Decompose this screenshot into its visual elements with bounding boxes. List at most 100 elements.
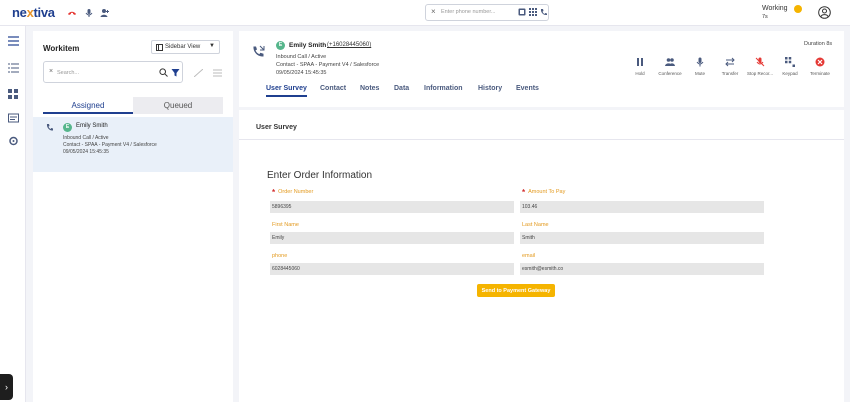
keypad-button[interactable]: Keypad — [775, 57, 805, 76]
amount-to-pay-label-text: Amount To Pay — [528, 189, 566, 195]
call-duration: Duration 8s — [804, 41, 833, 47]
call-header-panel: E Emily Smith (+16028445060) Inbound Cal… — [239, 31, 844, 107]
workitem-list-item[interactable]: E Emily Smith Inbound Call / Active Cont… — [33, 117, 233, 172]
sort-icon[interactable] — [213, 69, 222, 77]
search-icon[interactable] — [159, 68, 168, 77]
settings-icon[interactable] — [8, 136, 19, 146]
terminate-button[interactable]: Terminate — [805, 57, 835, 76]
incoming-call-icon — [253, 45, 265, 57]
workitem-panel: Workitem Sidebar View ▼ × Search... Assi… — [33, 31, 233, 402]
microphone-icon[interactable] — [84, 8, 94, 18]
transfer-button[interactable]: Transfer — [715, 57, 745, 76]
tab-user-survey[interactable]: User Survey — [266, 85, 307, 97]
transfer-label: Transfer — [721, 71, 739, 76]
contact-avatar: E — [276, 41, 285, 50]
workitem-line: Inbound Call / Active — [63, 135, 109, 141]
email-label: email — [522, 253, 536, 259]
phone-label: phone — [272, 253, 288, 259]
last-name-label: Last Name — [522, 222, 549, 228]
form-title: Enter Order Information — [267, 170, 373, 181]
user-avatar-icon[interactable] — [818, 6, 831, 19]
first-name-field[interactable] — [270, 232, 514, 244]
order-number-label: * Order Number — [272, 188, 313, 197]
terminate-icon — [815, 57, 825, 67]
list-icon[interactable] — [8, 63, 19, 73]
view-select[interactable]: Sidebar View ▼ — [151, 40, 220, 54]
conference-icon — [665, 58, 675, 66]
hangup-icon[interactable] — [67, 8, 77, 18]
workitem-line: Contact - SPAA - Payment V4 / Salesforce — [63, 142, 157, 148]
tab-data[interactable]: Data — [394, 85, 409, 92]
menu-icon[interactable] — [8, 36, 19, 46]
amount-to-pay-field[interactable] — [520, 201, 764, 213]
nextiva-logo: nextiva nextiva — [12, 5, 55, 20]
transfer-icon — [725, 57, 735, 67]
workitem-title: Workitem — [43, 44, 80, 53]
phone-search-placeholder: Enter phone number... — [441, 9, 496, 15]
required-marker: * — [522, 188, 526, 197]
agent-status[interactable]: Working 7s — [762, 5, 788, 20]
status-time: 7s — [762, 14, 768, 20]
workitem-tabs: Assigned Queued — [43, 97, 223, 114]
call-icon[interactable] — [540, 8, 548, 16]
tab-contact[interactable]: Contact — [320, 85, 346, 92]
terminate-label: Terminate — [810, 71, 830, 76]
sidebar-view-icon — [156, 44, 163, 51]
caller-number-link[interactable]: (+16028445060) — [327, 42, 371, 48]
tab-information[interactable]: Information — [424, 85, 463, 92]
last-name-field[interactable] — [520, 232, 764, 244]
chevron-down-icon: ▼ — [209, 43, 215, 49]
top-bar: nextiva nextiva × Enter phone number... … — [0, 0, 850, 26]
clear-icon[interactable]: × — [49, 68, 53, 75]
order-number-label-text: Order Number — [278, 189, 314, 195]
dialpad-icon[interactable] — [518, 8, 526, 16]
stop-recording-icon — [755, 57, 765, 67]
hold-button[interactable]: Hold — [625, 57, 655, 76]
stop-recording-button[interactable]: Stop Recor... — [745, 57, 775, 76]
microphone-icon — [696, 57, 704, 67]
view-select-value: Sidebar View — [165, 44, 201, 50]
first-name-label: First Name — [272, 222, 299, 228]
survey-title: User Survey — [256, 124, 297, 131]
tab-events[interactable]: Events — [516, 85, 539, 92]
keypad-label: Keypad — [782, 71, 798, 76]
add-user-icon[interactable] — [100, 8, 110, 18]
left-navigation-rail — [0, 26, 26, 402]
status-indicator — [794, 5, 802, 13]
expand-panel-button[interactable]: › — [0, 374, 13, 400]
expand-arrows-icon[interactable] — [194, 69, 203, 77]
amount-to-pay-label: * Amount To Pay — [522, 188, 565, 197]
workitem-contact-name: Emily Smith — [76, 123, 108, 129]
hold-label: Hold — [635, 71, 645, 76]
divider — [239, 139, 844, 140]
email-field[interactable] — [520, 263, 764, 275]
filter-icon[interactable] — [171, 68, 180, 77]
grid-icon[interactable] — [529, 8, 537, 16]
clear-icon[interactable]: × — [431, 7, 436, 16]
conference-label: Conference — [658, 71, 682, 76]
status-label: Working — [762, 5, 788, 12]
tab-assigned[interactable]: Assigned — [43, 97, 133, 114]
mute-label: Mute — [694, 71, 705, 76]
stop-recording-label: Stop Recor... — [746, 71, 773, 76]
incoming-call-icon — [46, 124, 53, 131]
phone-number-search[interactable]: × Enter phone number... — [425, 4, 549, 21]
workitem-search-input[interactable]: × Search... — [43, 61, 183, 83]
dashboard-icon[interactable] — [8, 89, 19, 99]
call-status-line: Inbound Call / Active — [276, 54, 327, 60]
send-to-payment-gateway-button[interactable]: Send to Payment Gateway — [477, 284, 555, 297]
workitem-search-placeholder: Search... — [57, 70, 80, 76]
phone-field[interactable] — [270, 263, 514, 275]
tab-queued[interactable]: Queued — [133, 97, 223, 114]
required-marker: * — [272, 188, 276, 197]
tab-notes[interactable]: Notes — [360, 85, 379, 92]
contact-avatar: E — [63, 123, 72, 132]
tab-history[interactable]: History — [478, 85, 502, 92]
workitem-line: 09/05/2024 15:45:35 — [63, 149, 109, 155]
call-timestamp: 09/05/2024 15:45:35 — [276, 70, 327, 76]
pause-icon — [637, 58, 643, 66]
mute-button[interactable]: Mute — [685, 57, 715, 76]
contacts-card-icon[interactable] — [8, 113, 19, 123]
conference-button[interactable]: Conference — [655, 57, 685, 76]
order-number-field[interactable] — [270, 201, 514, 213]
